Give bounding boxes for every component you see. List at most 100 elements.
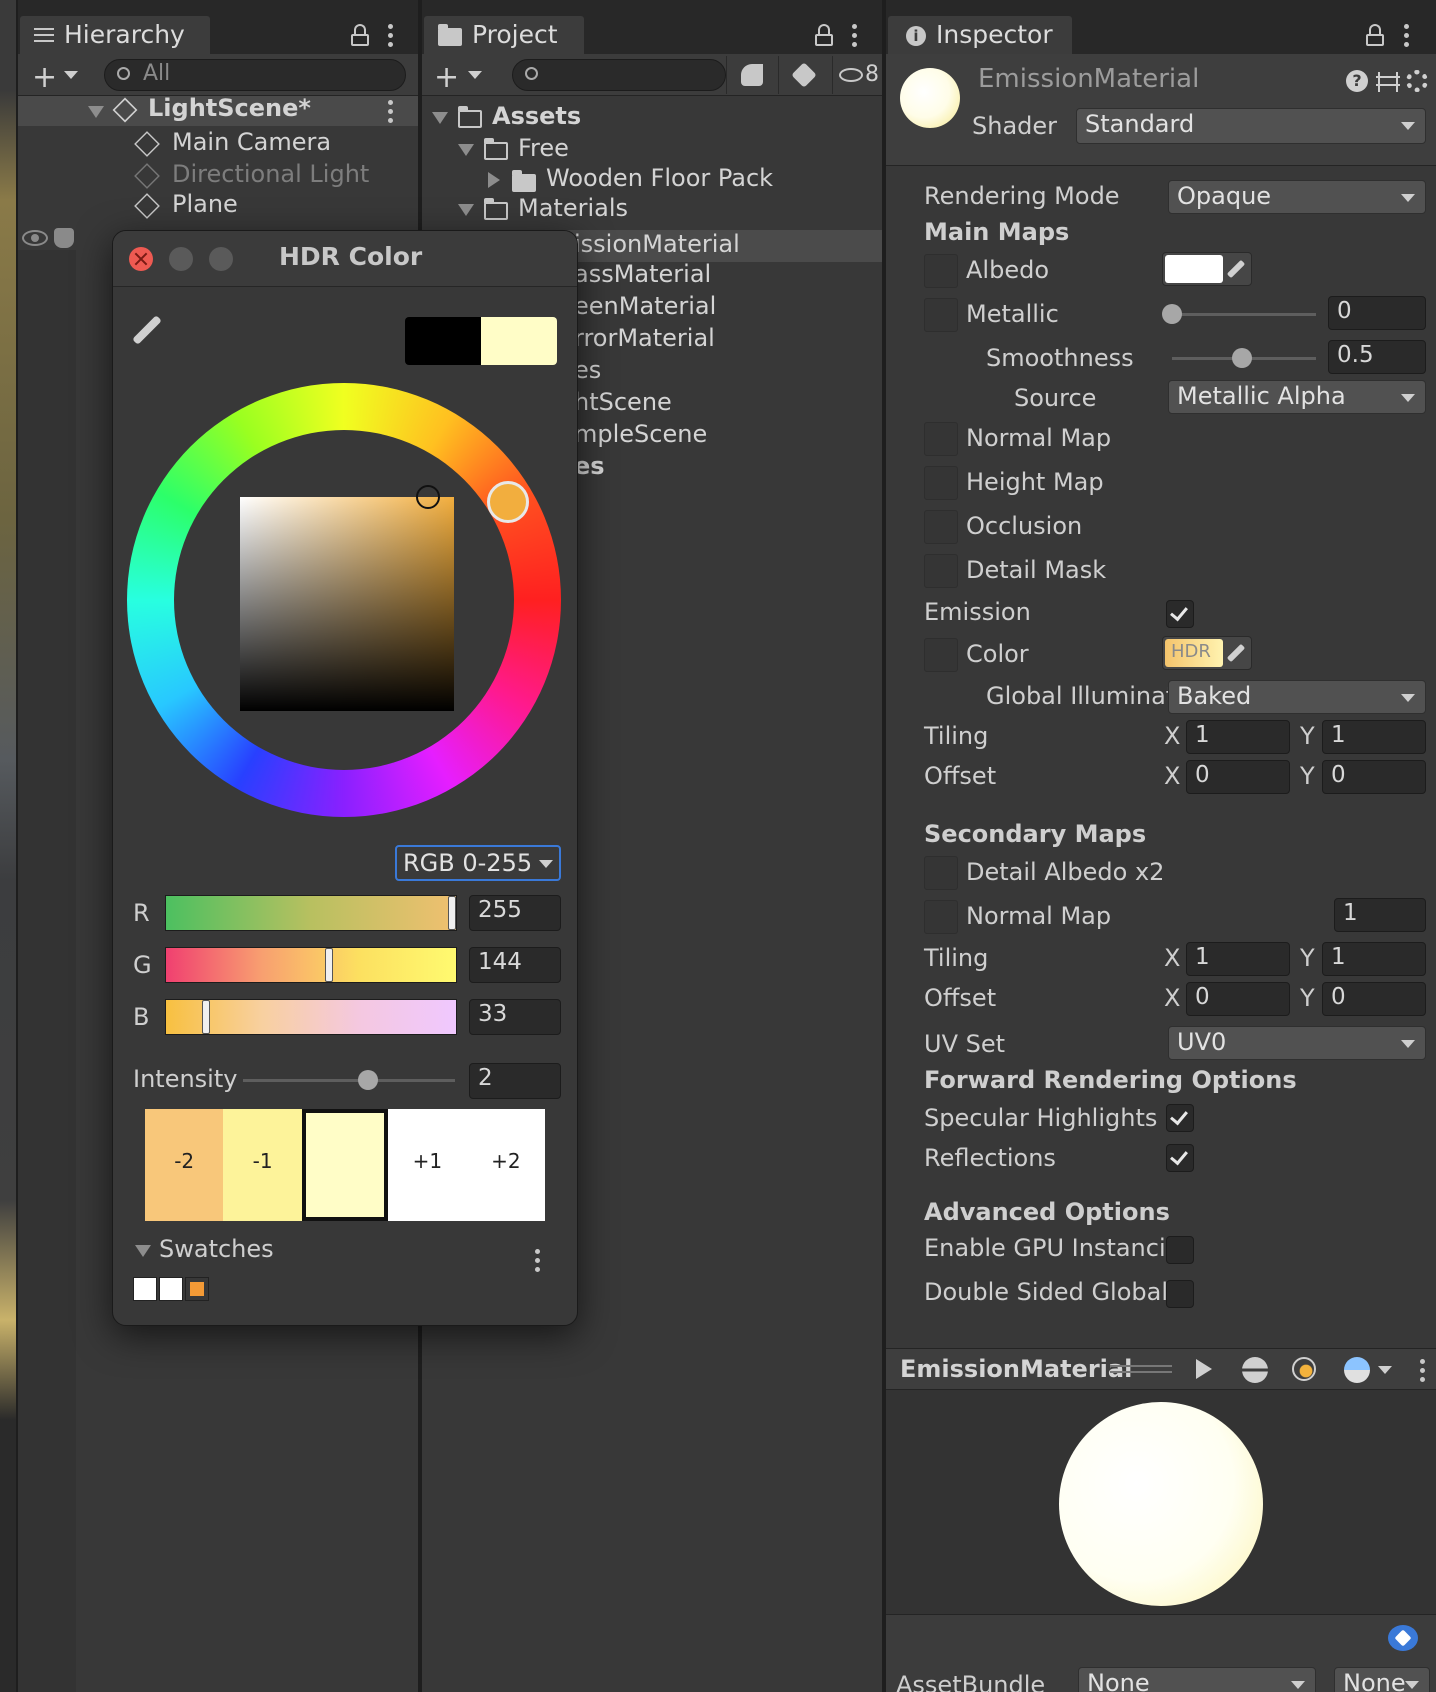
offset-x-input[interactable]: 0 — [1186, 760, 1290, 794]
gear-icon[interactable] — [1406, 70, 1428, 92]
exposure-stop-minus-1[interactable]: -1 — [223, 1109, 302, 1221]
offset-y-input[interactable]: 0 — [1322, 760, 1426, 794]
swatch[interactable] — [185, 1277, 209, 1301]
tiling-2-x-input[interactable]: 1 — [1186, 942, 1290, 976]
color-compare-swatch[interactable] — [405, 317, 557, 365]
lock-icon[interactable] — [815, 24, 833, 46]
intensity-slider-thumb[interactable] — [358, 1070, 378, 1090]
double-sided-gi-checkbox[interactable] — [1166, 1280, 1194, 1308]
scene-view-strip[interactable] — [0, 0, 16, 1692]
emission-checkbox[interactable] — [1166, 600, 1194, 628]
assetbundle-dropdown[interactable]: None — [1078, 1667, 1316, 1692]
tiling-x-input[interactable]: 1 — [1186, 720, 1290, 754]
g-channel-input[interactable]: 144 — [469, 947, 561, 983]
emission-color-field[interactable]: HDR — [1162, 636, 1252, 670]
tree-item-label[interactable]: rrorMaterial — [574, 324, 715, 352]
preview-menu-dots-icon[interactable] — [1420, 1359, 1426, 1383]
emission-color-slot[interactable] — [924, 638, 958, 672]
hue-selector-handle[interactable] — [487, 481, 529, 523]
play-icon[interactable] — [1196, 1359, 1212, 1379]
filter-by-label-icon[interactable] — [778, 56, 830, 94]
tree-item-label[interactable]: htScene — [574, 388, 672, 416]
tree-item-label[interactable]: mpleScene — [574, 420, 707, 448]
exposure-stop-minus-2[interactable]: -2 — [145, 1109, 224, 1221]
tag-icon[interactable] — [1388, 1625, 1418, 1651]
tab-inspector[interactable]: i Inspector — [888, 16, 1072, 54]
hidden-packages-icon[interactable]: 8 — [832, 56, 882, 94]
intensity-input[interactable]: 2 — [469, 1063, 561, 1099]
metallic-slider-track[interactable] — [1172, 313, 1316, 316]
b-channel-input[interactable]: 33 — [469, 999, 561, 1035]
preset-sliders-icon[interactable] — [1376, 72, 1400, 92]
list-item[interactable]: Directional Light — [18, 160, 418, 192]
chevron-down-icon[interactable] — [468, 71, 482, 79]
swatch[interactable] — [159, 1277, 183, 1301]
albedo-texture-slot[interactable] — [924, 254, 958, 288]
add-icon[interactable]: + — [434, 60, 459, 95]
exposure-stop-plus-1[interactable]: +1 — [388, 1109, 467, 1221]
assetbundle-variant-dropdown[interactable]: None — [1334, 1667, 1430, 1692]
g-channel-thumb[interactable] — [325, 948, 333, 982]
expand-arrow-icon[interactable] — [88, 106, 104, 118]
tiling-y-input[interactable]: 1 — [1322, 720, 1426, 754]
lock-icon[interactable] — [351, 24, 369, 46]
r-channel-thumb[interactable] — [448, 896, 456, 930]
exposure-stop-plus-2[interactable]: +2 — [466, 1109, 546, 1221]
list-item[interactable]: Plane — [18, 190, 418, 222]
tree-item-assets[interactable]: Assets — [492, 102, 581, 130]
add-icon[interactable]: + — [32, 60, 57, 95]
occlusion-slot[interactable] — [924, 510, 958, 544]
menu-dots-icon[interactable] — [1404, 24, 1410, 48]
chevron-down-icon[interactable] — [64, 71, 78, 79]
saturation-value-square[interactable] — [240, 485, 454, 711]
specular-checkbox[interactable] — [1166, 1104, 1194, 1132]
tree-item-label[interactable]: es — [574, 356, 601, 384]
project-search-input[interactable] — [512, 59, 726, 91]
minimize-window-button[interactable] — [169, 247, 193, 271]
eyedropper-icon[interactable] — [1226, 259, 1246, 279]
tree-item-label[interactable]: assMaterial — [574, 260, 711, 288]
tab-hierarchy[interactable]: Hierarchy — [20, 16, 210, 54]
tree-item-wooden-floor-pack[interactable]: Wooden Floor Pack — [546, 164, 773, 192]
b-channel-thumb[interactable] — [202, 1000, 210, 1034]
gpu-instancing-checkbox[interactable] — [1166, 1236, 1194, 1264]
hierarchy-search-input[interactable]: All — [104, 59, 406, 91]
smoothness-input[interactable]: 0.5 — [1328, 340, 1426, 374]
tree-item-label[interactable]: es — [574, 452, 605, 480]
menu-dots-icon[interactable] — [388, 24, 394, 48]
normal-map-2-slot[interactable] — [924, 900, 958, 934]
help-icon[interactable]: ? — [1346, 70, 1368, 92]
source-dropdown[interactable]: Metallic Alpha — [1168, 380, 1426, 414]
tab-project[interactable]: Project — [424, 16, 584, 54]
pick-hand-icon[interactable] — [54, 228, 74, 248]
visibility-eye-icon[interactable] — [22, 230, 48, 246]
preview-drag-handle[interactable] — [1110, 1365, 1172, 1373]
metallic-slider-thumb[interactable] — [1162, 304, 1182, 324]
material-preview[interactable] — [886, 1390, 1436, 1614]
shader-dropdown[interactable]: Standard — [1076, 108, 1426, 144]
tiling-2-y-input[interactable]: 1 — [1322, 942, 1426, 976]
expand-arrow-icon[interactable] — [458, 204, 474, 216]
preview-mesh-icon[interactable] — [1344, 1357, 1370, 1383]
r-channel-input[interactable]: 255 — [469, 895, 561, 931]
smoothness-slider-thumb[interactable] — [1232, 348, 1252, 368]
expand-arrow-icon[interactable] — [432, 112, 448, 124]
chevron-down-icon[interactable] — [1378, 1366, 1392, 1374]
g-channel-slider[interactable] — [165, 947, 457, 983]
hdr-window-titlebar[interactable]: HDR Color — [113, 231, 577, 287]
tree-item-free[interactable]: Free — [518, 134, 569, 162]
scene-menu-dots-icon[interactable] — [388, 100, 394, 124]
preview-lights-icon[interactable] — [1292, 1357, 1316, 1381]
height-map-slot[interactable] — [924, 466, 958, 500]
swatches-expand-icon[interactable] — [135, 1245, 151, 1257]
intensity-slider[interactable] — [243, 1070, 455, 1090]
detail-mask-slot[interactable] — [924, 554, 958, 588]
eyedropper-icon[interactable] — [132, 315, 162, 345]
offset-2-y-input[interactable]: 0 — [1322, 982, 1426, 1016]
normal-map-slot[interactable] — [924, 422, 958, 456]
detail-albedo-slot[interactable] — [924, 856, 958, 890]
expand-arrow-icon[interactable] — [458, 144, 474, 156]
metallic-input[interactable]: 0 — [1328, 296, 1426, 330]
offset-2-x-input[interactable]: 0 — [1186, 982, 1290, 1016]
collapse-arrow-icon[interactable] — [488, 172, 500, 188]
